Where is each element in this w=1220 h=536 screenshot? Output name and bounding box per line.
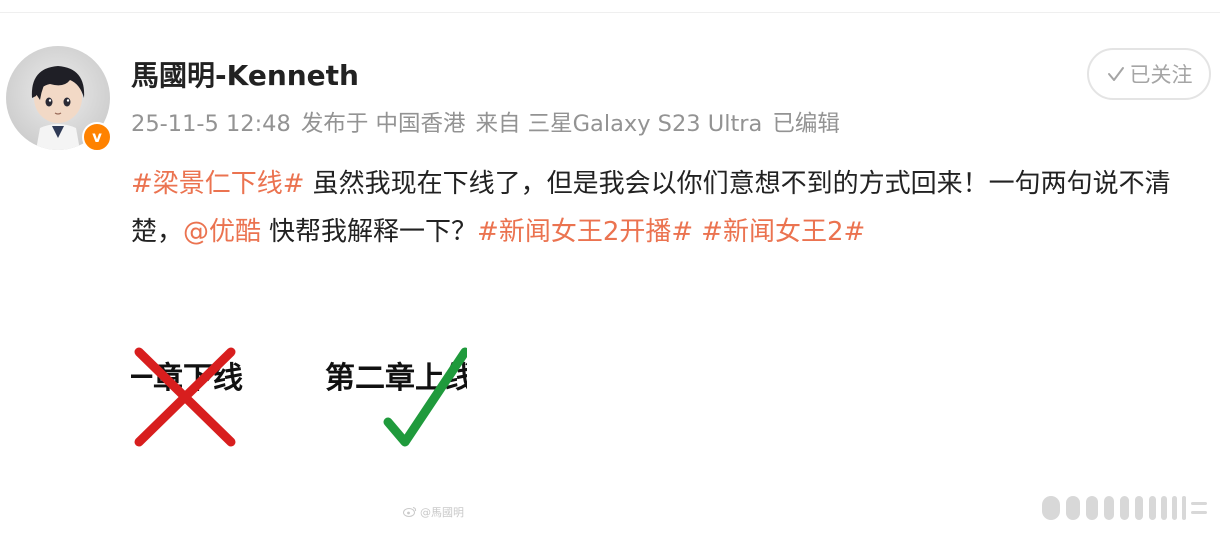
author-name[interactable]: 馬國明-Kenneth [131,58,359,94]
mention-link[interactable]: @优酷 [183,217,261,247]
check-icon [1106,64,1126,84]
post-source: 来自 三星Galaxy S23 Ultra [475,111,763,137]
top-divider [0,12,1220,13]
scan-lines-icon [1040,492,1210,524]
edited-label[interactable]: 已编辑 [772,111,840,137]
post-text-part: 快帮我解释一下？ [269,217,478,247]
post-location: 发布于 中国香港 [300,111,466,137]
post-date[interactable]: 25-11-5 12:48 [131,111,291,137]
follow-button-label: 已关注 [1129,63,1193,87]
hashtag-link[interactable]: #新闻女王2# [701,217,865,247]
post-meta: 25-11-5 12:48 发布于 中国香港 来自 三星Galaxy S23 Ult… [131,108,850,140]
verified-badge: v [82,122,112,152]
post-content: #梁景仁下线# 虽然我现在下线了，但是我会以你们意想不到的方式回来！一句两句说不清… [131,160,1213,256]
watermark: @馬國明 [403,505,464,521]
follow-button[interactable]: 已关注 [1087,48,1211,100]
hashtag-link[interactable]: #梁景仁下线# [131,169,305,199]
hashtag-link[interactable]: #新闻女王2开播# [477,217,693,247]
post-image[interactable]: 一章下线 第二章上线 [131,340,467,456]
weibo-icon [403,507,417,517]
watermark-text: @馬國明 [420,506,464,519]
chapter-image: 一章下线 第二章上线 [131,347,467,447]
